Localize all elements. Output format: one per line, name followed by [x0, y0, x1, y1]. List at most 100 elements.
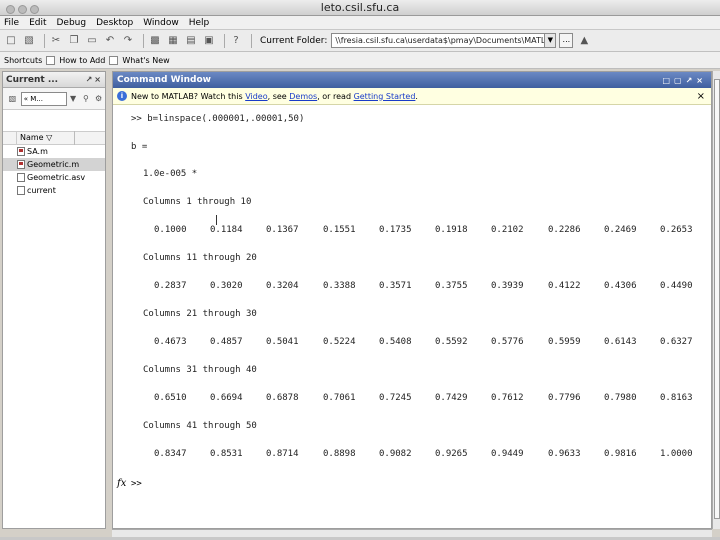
menu-edit[interactable]: Edit: [29, 16, 46, 29]
file-item[interactable]: SA.m: [3, 145, 105, 158]
value-cell: 0.1184: [210, 225, 243, 235]
toolbar-separator: [251, 33, 252, 48]
new-file-icon[interactable]: □: [4, 34, 18, 48]
shortcuts-bar: Shortcuts How to Add What's New: [0, 52, 720, 69]
value-cell: 0.6510: [154, 393, 187, 403]
paste-icon[interactable]: ▭: [85, 34, 99, 48]
up-folder-icon[interactable]: ▲: [577, 34, 591, 48]
value-cell: 0.8898: [323, 449, 356, 459]
redo-icon[interactable]: ↷: [121, 34, 135, 48]
file-name: SA.m: [27, 147, 48, 156]
toolbar-separator: [143, 33, 144, 48]
info-bar: i New to MATLAB? Watch this Video , see …: [113, 88, 711, 105]
video-link[interactable]: Video: [245, 92, 267, 101]
chevron-down-icon[interactable]: ▼: [69, 92, 78, 106]
value-cell: 0.9816: [604, 449, 637, 459]
column-type: [3, 131, 17, 145]
file-icon: [17, 173, 25, 182]
menu-help[interactable]: Help: [189, 16, 210, 29]
open-folder-icon[interactable]: ▧: [22, 34, 36, 48]
copy-icon[interactable]: ❐: [67, 34, 81, 48]
menu-debug[interactable]: Debug: [57, 16, 87, 29]
toolbar-separator: [224, 33, 225, 48]
undo-icon[interactable]: ↶: [103, 34, 117, 48]
m-file-icon: [17, 160, 25, 169]
value-cell: 0.5408: [379, 337, 412, 347]
function-browser-icon[interactable]: fx: [117, 478, 126, 489]
chevron-down-icon[interactable]: ▼: [545, 33, 557, 48]
value-cell: 0.4306: [604, 281, 637, 291]
value-cell: 0.3388: [323, 281, 356, 291]
main-toolbar: □ ▧ ✂ ❐ ▭ ↶ ↷ ▩ ▦ ▤ ▣ ? Current Folder: …: [0, 30, 720, 52]
file-item[interactable]: Geometric.m: [3, 158, 105, 171]
current-folder-input[interactable]: \\fresia.csil.sfu.ca\userdata$\pmay\Docu…: [331, 33, 546, 48]
value-cell: 0.3755: [435, 281, 468, 291]
values-row: 0.1000 0.1184 0.1367 0.1551 0.1735 0.1918 0.21…: [113, 225, 703, 237]
value-cell: 0.7612: [491, 393, 524, 403]
info-text: New to MATLAB? Watch this: [131, 91, 246, 101]
values-row: 0.4673 0.4857 0.5041 0.5224 0.5408 0.5592 0.57…: [113, 337, 703, 349]
menu-window[interactable]: Window: [143, 16, 179, 29]
shortcut-new-icon[interactable]: [109, 55, 119, 65]
file-item[interactable]: current: [3, 184, 105, 197]
value-cell: 0.3020: [210, 281, 243, 291]
value-cell: 0.3939: [491, 281, 524, 291]
how-to-add-link[interactable]: How to Add: [59, 56, 105, 65]
guide-icon[interactable]: ▦: [166, 34, 180, 48]
value-cell: 0.7061: [323, 393, 356, 403]
vertical-scrollbar[interactable]: [712, 71, 720, 529]
value-cell: 0.1367: [266, 225, 299, 235]
value-cell: 0.4673: [154, 337, 187, 347]
file-name: current: [27, 186, 56, 195]
scale-factor: 1.0e-005 *: [143, 169, 198, 179]
folder-path-combo[interactable]: « M...: [20, 91, 67, 106]
profiler-icon[interactable]: ▤: [184, 34, 198, 48]
value-cell: 0.7245: [379, 393, 412, 403]
demos-link[interactable]: Demos: [289, 92, 317, 101]
command-prompt[interactable]: >>: [131, 479, 142, 489]
value-cell: 0.2102: [491, 225, 524, 235]
gear-icon[interactable]: ⚙: [94, 92, 103, 106]
value-cell: 0.6878: [266, 393, 299, 403]
panel-controls[interactable]: □▢↗×: [662, 76, 711, 85]
whats-new-link[interactable]: What's New: [122, 56, 169, 65]
menu-file[interactable]: File: [4, 16, 19, 29]
columns-header: Columns 31 through 40: [143, 365, 257, 375]
info-icon: i: [117, 91, 127, 101]
horizontal-scrollbar[interactable]: [112, 529, 712, 537]
columns-header: Columns 41 through 50: [143, 421, 257, 431]
file-name: Geometric.asv: [27, 173, 86, 182]
help-icon[interactable]: ?: [229, 34, 243, 48]
command-window[interactable]: Command Window □▢↗× i New to MATLAB? Wat…: [112, 71, 712, 529]
value-cell: 0.9449: [491, 449, 524, 459]
layout-icon[interactable]: ▣: [202, 34, 216, 48]
close-icon[interactable]: ×: [697, 91, 711, 102]
shortcut-add-icon[interactable]: [46, 55, 56, 65]
cut-icon[interactable]: ✂: [49, 34, 63, 48]
window-title: leto.csil.sfu.ca: [320, 1, 400, 14]
simulink-icon[interactable]: ▩: [148, 34, 162, 48]
value-cell: 0.8531: [210, 449, 243, 459]
result-variable: b =: [131, 142, 148, 152]
info-text: , see: [267, 91, 290, 101]
value-cell: 0.2837: [154, 281, 187, 291]
value-cell: 0.9082: [379, 449, 412, 459]
columns-header: Columns 1 through 10: [143, 197, 252, 207]
scrollbar-thumb[interactable]: [714, 79, 720, 519]
value-cell: 0.8714: [266, 449, 299, 459]
columns-header: Columns 11 through 20: [143, 253, 257, 263]
info-text: , or read: [317, 91, 354, 101]
menu-desktop[interactable]: Desktop: [96, 16, 133, 29]
getting-started-link[interactable]: Getting Started: [354, 92, 416, 101]
search-icon[interactable]: ⚲: [82, 92, 91, 106]
value-cell: 0.4122: [548, 281, 581, 291]
file-item[interactable]: Geometric.asv: [3, 171, 105, 184]
value-cell: 0.8163: [660, 393, 693, 403]
value-cell: 0.6143: [604, 337, 637, 347]
panel-controls[interactable]: ↗×: [86, 75, 105, 84]
command-line: >> b=linspace(.000001,.00001,50): [131, 114, 305, 124]
window-titlebar: leto.csil.sfu.ca: [0, 0, 720, 16]
value-cell: 0.5776: [491, 337, 524, 347]
browse-folder-button[interactable]: ...: [559, 33, 574, 48]
column-name[interactable]: Name ▽: [17, 131, 75, 145]
